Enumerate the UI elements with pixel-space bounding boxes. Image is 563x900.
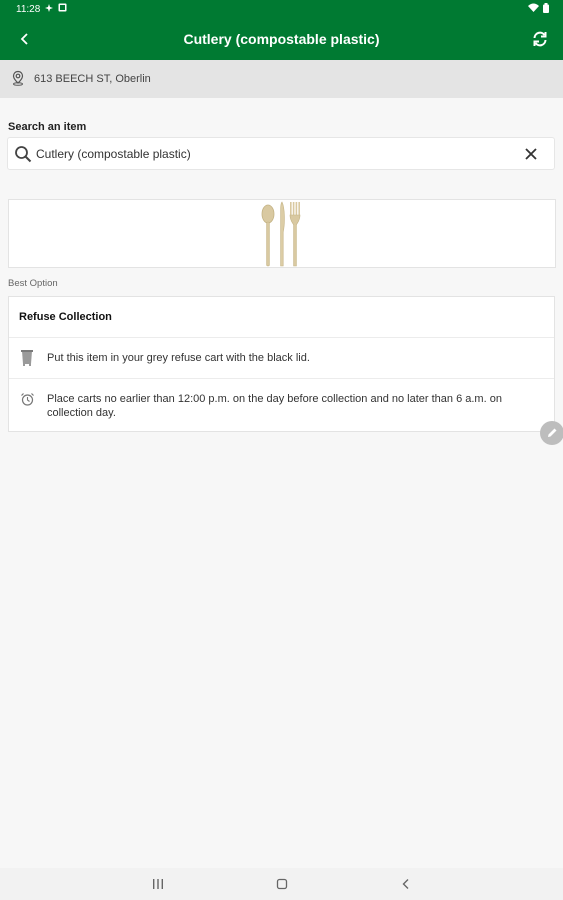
address-bar[interactable]: 613 BEECH ST, Oberlin bbox=[0, 60, 563, 98]
search-label: Search an item bbox=[8, 121, 87, 133]
wifi-icon bbox=[528, 3, 539, 15]
address-text: 613 BEECH ST, Oberlin bbox=[34, 73, 151, 85]
cutlery-image bbox=[261, 200, 301, 266]
clear-search-button[interactable] bbox=[520, 143, 542, 165]
instruction-item: Put this item in your grey refuse cart w… bbox=[9, 338, 554, 379]
nav-back-button[interactable] bbox=[396, 876, 416, 892]
home-icon bbox=[276, 878, 288, 890]
option-title: Refuse Collection bbox=[9, 297, 554, 338]
location-pin-icon bbox=[10, 70, 26, 89]
best-option-label: Best Option bbox=[8, 278, 58, 289]
instruction-item: Place carts no earlier than 12:00 p.m. o… bbox=[9, 379, 554, 420]
status-right bbox=[528, 2, 549, 16]
back-button[interactable] bbox=[14, 28, 36, 50]
page-title: Cutlery (compostable plastic) bbox=[183, 31, 380, 47]
status-left: 11:28 bbox=[16, 3, 67, 15]
instruction-text: Place carts no earlier than 12:00 p.m. o… bbox=[47, 393, 502, 419]
search-box[interactable] bbox=[7, 137, 555, 170]
edit-button[interactable] bbox=[540, 421, 563, 445]
recent-apps-button[interactable] bbox=[148, 876, 168, 892]
disposal-option-card: Refuse Collection Put this item in your … bbox=[8, 296, 555, 432]
search-input[interactable] bbox=[36, 139, 520, 168]
app-notification-icon bbox=[58, 3, 67, 15]
system-nav-bar bbox=[0, 868, 563, 900]
battery-icon bbox=[543, 2, 549, 16]
item-image-card bbox=[8, 199, 556, 268]
status-bar: 11:28 bbox=[0, 0, 563, 18]
recent-apps-icon bbox=[153, 879, 163, 889]
status-time: 11:28 bbox=[16, 3, 41, 15]
notification-icon bbox=[45, 3, 54, 15]
back-chevron-icon bbox=[402, 879, 409, 889]
pencil-icon bbox=[548, 428, 557, 437]
refresh-icon bbox=[533, 31, 547, 47]
alarm-clock-icon bbox=[19, 392, 35, 407]
chevron-left-icon bbox=[20, 33, 28, 45]
refuse-cart-icon bbox=[19, 350, 35, 366]
app-bar: Cutlery (compostable plastic) bbox=[0, 18, 563, 60]
home-button[interactable] bbox=[272, 876, 292, 892]
search-icon bbox=[14, 145, 32, 163]
instruction-text: Put this item in your grey refuse cart w… bbox=[47, 352, 310, 364]
refresh-button[interactable] bbox=[529, 28, 551, 50]
close-icon bbox=[525, 147, 537, 160]
